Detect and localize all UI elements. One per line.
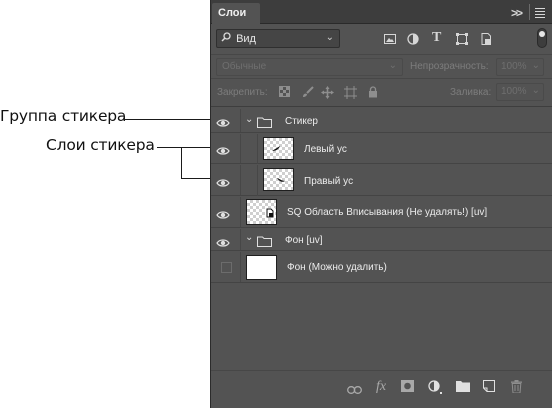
chevron-down-icon: ⌄ — [388, 60, 397, 71]
layer-name: Стикер — [285, 116, 318, 127]
visibility-separator — [240, 229, 241, 250]
delete-icon[interactable] — [511, 380, 522, 396]
lock-all-icon[interactable] — [368, 86, 378, 101]
adjustment-filter-icon[interactable] — [407, 32, 419, 50]
layer-name: Правый ус — [304, 176, 354, 187]
chevron-down-icon: ⌄ — [531, 85, 540, 96]
layers-callout: Слои стикера — [46, 136, 155, 154]
visibility-separator — [240, 197, 241, 227]
indent-guide — [257, 165, 258, 196]
filter-row: Вид ⌄ T — [211, 24, 552, 54]
filter-toggle[interactable] — [537, 28, 547, 48]
layer-name: Фон [uv] — [285, 235, 323, 246]
layer-right-whisker[interactable]: Правый ус — [211, 165, 552, 196]
indent-guide — [257, 134, 258, 164]
folder-icon — [257, 234, 272, 247]
layers-panel: Слои >> Вид ⌄ T Обычные ⌄ Непрозрачность… — [210, 0, 552, 408]
shape-filter-icon[interactable] — [456, 32, 468, 50]
blend-row: Обычные ⌄ Непрозрачность: 100% ⌄ — [211, 54, 552, 78]
layer-name: Фон (Можно удалить) — [287, 262, 387, 273]
lock-artboard-icon[interactable] — [344, 86, 357, 102]
layers-callout-bracket — [181, 147, 182, 178]
lock-label: Закрепить: — [217, 87, 268, 98]
blend-mode-select[interactable]: Обычные ⌄ — [216, 58, 403, 76]
filter-kind-value: Вид — [236, 33, 256, 45]
layer-name: SQ Область Вписывания (Не удалять!) [uv] — [287, 207, 488, 218]
visibility-separator — [240, 134, 241, 163]
layer-group-sticker[interactable]: ⌄ Стикер — [211, 109, 552, 133]
eye-icon[interactable] — [216, 207, 236, 221]
fill-field[interactable]: 100% ⌄ — [496, 83, 544, 101]
chevron-down-icon: ⌄ — [325, 32, 334, 43]
new-group-icon[interactable] — [456, 380, 470, 395]
fill-label: Заливка: — [450, 87, 492, 98]
chevron-down-icon[interactable]: ⌄ — [245, 232, 253, 243]
layer-sq-area[interactable]: SQ Область Вписывания (Не удалять!) [uv] — [211, 197, 552, 228]
layer-left-whisker[interactable]: Левый ус — [211, 134, 552, 164]
visibility-toggle-off[interactable] — [221, 262, 232, 273]
visibility-separator — [240, 252, 241, 282]
eye-icon[interactable] — [216, 143, 236, 157]
filter-kind-select[interactable]: Вид ⌄ — [216, 29, 340, 48]
eye-icon[interactable] — [216, 115, 236, 129]
visibility-separator — [240, 165, 241, 195]
link-layers-icon[interactable] — [347, 382, 362, 397]
image-filter-icon[interactable] — [384, 32, 396, 50]
new-layer-icon[interactable] — [483, 380, 495, 395]
opacity-value: 100% — [501, 61, 527, 72]
blend-mode-value: Обычные — [222, 61, 267, 72]
smart-object-filter-icon[interactable] — [480, 32, 492, 50]
smart-object-badge-icon — [265, 205, 275, 223]
tab-layers[interactable]: Слои — [212, 3, 260, 24]
lock-transparent-icon[interactable] — [279, 86, 290, 100]
fill-value: 100% — [501, 86, 527, 97]
layers-callout-line — [157, 147, 181, 148]
eye-icon[interactable] — [216, 175, 236, 189]
panel-tab-bar: Слои >> — [211, 0, 552, 24]
visibility-separator — [240, 109, 241, 132]
type-filter-icon[interactable]: T — [432, 30, 441, 46]
add-mask-icon[interactable] — [401, 380, 414, 395]
fx-icon[interactable]: fx — [376, 379, 386, 395]
folder-icon — [257, 115, 272, 128]
layer-group-background[interactable]: ⌄ Фон [uv] — [211, 229, 552, 251]
lock-image-icon[interactable] — [302, 86, 314, 101]
tab-label: Слои — [218, 7, 247, 19]
layers-callout-top-branch — [181, 147, 210, 148]
lock-row: Закрепить: Заливка: 100% ⌄ — [211, 78, 552, 106]
tab-separator — [529, 4, 530, 20]
opacity-label: Непрозрачность: — [410, 61, 489, 72]
chevron-down-icon: ⌄ — [531, 60, 540, 71]
group-callout: Группа стикера — [0, 107, 127, 125]
layer-thumbnail — [263, 137, 294, 160]
layers-bottom-toolbar: fx — [211, 370, 552, 408]
panel-menu-icon[interactable] — [535, 8, 545, 20]
search-icon — [221, 32, 233, 45]
layer-name: Левый ус — [304, 144, 347, 155]
eye-icon[interactable] — [216, 235, 236, 249]
lock-position-icon[interactable] — [321, 86, 334, 102]
layer-background[interactable]: Фон (Можно удалить) — [211, 252, 552, 283]
layer-thumbnail — [246, 199, 277, 225]
collapse-panel-icon[interactable]: >> — [511, 6, 523, 20]
layers-list: ⌄ Стикер Левый ус Правый ус SQ Область В… — [211, 106, 552, 370]
adjustment-layer-icon[interactable] — [428, 380, 442, 397]
group-callout-line — [124, 119, 210, 120]
opacity-field[interactable]: 100% ⌄ — [496, 58, 544, 76]
layers-callout-bottom-branch — [181, 178, 210, 179]
layer-thumbnail — [246, 255, 277, 280]
layer-thumbnail — [263, 168, 294, 191]
chevron-down-icon[interactable]: ⌄ — [245, 114, 253, 125]
